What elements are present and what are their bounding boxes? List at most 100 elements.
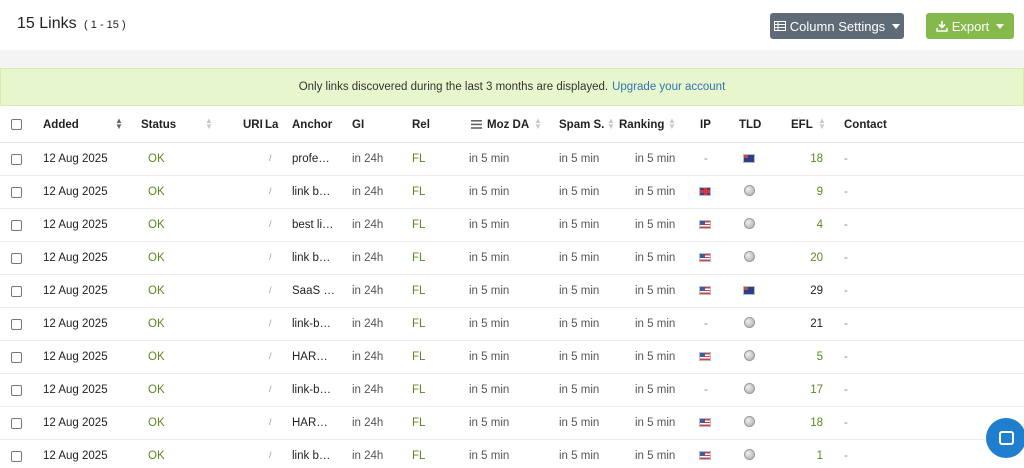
anchor-text[interactable]: HAR… <box>292 417 328 429</box>
toolbar: 15 Links ( 1 - 15 ) Column Settings Expo… <box>0 0 1024 50</box>
anchor-text[interactable]: profe… <box>292 153 330 165</box>
globe-icon <box>744 383 755 394</box>
ip-country-flag-icon <box>699 253 711 262</box>
rel-value: FL <box>412 285 426 297</box>
row-checkbox[interactable] <box>11 418 22 429</box>
column-header-efl[interactable]: EFL <box>791 119 813 131</box>
column-header-ip[interactable]: IP <box>700 119 711 131</box>
table-row[interactable]: 12 Aug 2025 OK / best li… in 24h FL in 5 min in… <box>0 209 1024 242</box>
row-checkbox[interactable] <box>11 220 22 231</box>
contact-value: - <box>844 219 848 231</box>
row-checkbox[interactable] <box>11 253 22 264</box>
table-row[interactable]: 12 Aug 2025 OK / profe… in 24h FL in 5 min in 5… <box>0 143 1024 176</box>
url-cell[interactable]: / <box>269 384 272 394</box>
column-header-spam-score[interactable]: Spam S. <box>559 119 604 131</box>
row-checkbox[interactable] <box>11 187 22 198</box>
table-row[interactable]: 12 Aug 2025 OK / HAR… in 24h FL in 5 min in 5 m… <box>0 341 1024 374</box>
url-cell[interactable]: / <box>269 351 272 361</box>
efl-value: 21 <box>810 318 823 330</box>
anchor-text[interactable]: link-b… <box>292 318 331 330</box>
gi-value: in 24h <box>352 153 384 165</box>
table-icon <box>773 21 786 31</box>
column-settings-button[interactable]: Column Settings <box>770 13 904 39</box>
table-row[interactable]: 12 Aug 2025 OK / SaaS … in 24h FL in 5 min in 5… <box>0 275 1024 308</box>
url-cell[interactable]: / <box>269 186 272 196</box>
efl-value: 4 <box>816 219 823 231</box>
anchor-text[interactable]: link b… <box>292 252 330 264</box>
url-cell[interactable]: / <box>269 285 272 295</box>
url-cell[interactable]: / <box>269 153 272 163</box>
table-row[interactable]: 12 Aug 2025 OK / HAR… in 24h FL in 5 min in 5 m… <box>0 407 1024 440</box>
url-cell[interactable]: / <box>269 219 272 229</box>
column-header-ranking[interactable]: Ranking <box>619 119 664 131</box>
ip-value: - <box>704 318 708 330</box>
sort-icon[interactable]: ▲ ▼ <box>818 117 826 131</box>
table-row[interactable]: 12 Aug 2025 OK / link b… in 24h FL in 5 min in … <box>0 176 1024 209</box>
url-cell[interactable]: / <box>269 252 272 262</box>
menu-icon[interactable] <box>471 120 482 129</box>
tld-flag-icon <box>743 286 755 295</box>
info-banner-text: Only links discovered during the last 3 … <box>298 81 609 93</box>
contact-value: - <box>844 285 848 297</box>
efl-value: 20 <box>810 252 823 264</box>
gi-value: in 24h <box>352 384 384 396</box>
rel-value: FL <box>412 219 426 231</box>
globe-icon <box>744 185 755 196</box>
anchor-text[interactable]: SaaS … <box>292 285 335 297</box>
column-header-status[interactable]: Status <box>141 119 176 131</box>
column-header-contact[interactable]: Contact <box>844 119 887 131</box>
added-date: 12 Aug 2025 <box>43 417 108 429</box>
ranking-value: in 5 min <box>635 417 676 429</box>
row-checkbox[interactable] <box>11 352 22 363</box>
sort-icon[interactable]: ▲ ▼ <box>607 117 615 131</box>
row-checkbox[interactable] <box>11 451 22 462</box>
url-cell[interactable]: / <box>269 318 272 328</box>
table-row[interactable]: 12 Aug 2025 OK / link-b… in 24h FL in 5 min in … <box>0 308 1024 341</box>
table-row[interactable]: 12 Aug 2025 OK / link b… in 24h FL in 5 min in … <box>0 242 1024 275</box>
anchor-text[interactable]: HAR… <box>292 351 328 363</box>
url-cell[interactable]: / <box>269 450 272 460</box>
chevron-down-icon <box>996 23 1005 29</box>
row-checkbox[interactable] <box>11 385 22 396</box>
column-header-added[interactable]: Added <box>43 119 79 131</box>
table-row[interactable]: 12 Aug 2025 OK / link b… in 24h FL in 5 min in … <box>0 440 1024 468</box>
row-checkbox[interactable] <box>11 286 22 297</box>
table-row[interactable]: 12 Aug 2025 OK / link-b… in 24h FL in 5 min in … <box>0 374 1024 407</box>
column-header-rel[interactable]: Rel <box>412 119 430 131</box>
anchor-text[interactable]: link b… <box>292 186 330 198</box>
sort-icon[interactable]: ▲ ▼ <box>668 117 676 131</box>
column-header-moz-da[interactable]: Moz DA <box>487 119 529 131</box>
spam-score-value: in 5 min <box>559 219 600 231</box>
gi-value: in 24h <box>352 285 384 297</box>
column-header-lang[interactable]: La <box>265 119 278 131</box>
moz-da-value: in 5 min <box>469 252 510 264</box>
sort-icon[interactable]: ▲ ▼ <box>534 117 542 131</box>
select-all-checkbox[interactable] <box>11 119 22 130</box>
column-header-tld[interactable]: TLD <box>739 119 761 131</box>
spam-score-value: in 5 min <box>559 351 600 363</box>
export-button[interactable]: Export <box>926 13 1014 39</box>
url-cell[interactable]: / <box>269 417 272 427</box>
upgrade-account-link[interactable]: Upgrade your account <box>612 81 725 93</box>
ip-country-flag-icon <box>699 451 711 460</box>
sort-icon[interactable]: ▲ ▼ <box>205 117 213 131</box>
ranking-value: in 5 min <box>635 351 676 363</box>
row-checkbox[interactable] <box>11 154 22 165</box>
column-header-gi[interactable]: GI <box>352 119 364 131</box>
column-header-anchor[interactable]: Anchor <box>292 119 332 131</box>
row-checkbox[interactable] <box>11 319 22 330</box>
contact-value: - <box>844 186 848 198</box>
moz-da-value: in 5 min <box>469 417 510 429</box>
status-badge: OK <box>148 252 165 264</box>
chat-launcher-button[interactable] <box>986 418 1024 458</box>
status-badge: OK <box>148 384 165 396</box>
sort-icon[interactable]: ▲ ▼ <box>115 117 123 131</box>
column-header-url[interactable]: URI <box>243 119 263 131</box>
anchor-text[interactable]: best li… <box>292 219 334 231</box>
added-date: 12 Aug 2025 <box>43 285 108 297</box>
ip-country-flag-icon <box>699 352 711 361</box>
status-badge: OK <box>148 450 165 462</box>
export-label: Export <box>951 18 990 34</box>
anchor-text[interactable]: link-b… <box>292 384 331 396</box>
anchor-text[interactable]: link b… <box>292 450 330 462</box>
